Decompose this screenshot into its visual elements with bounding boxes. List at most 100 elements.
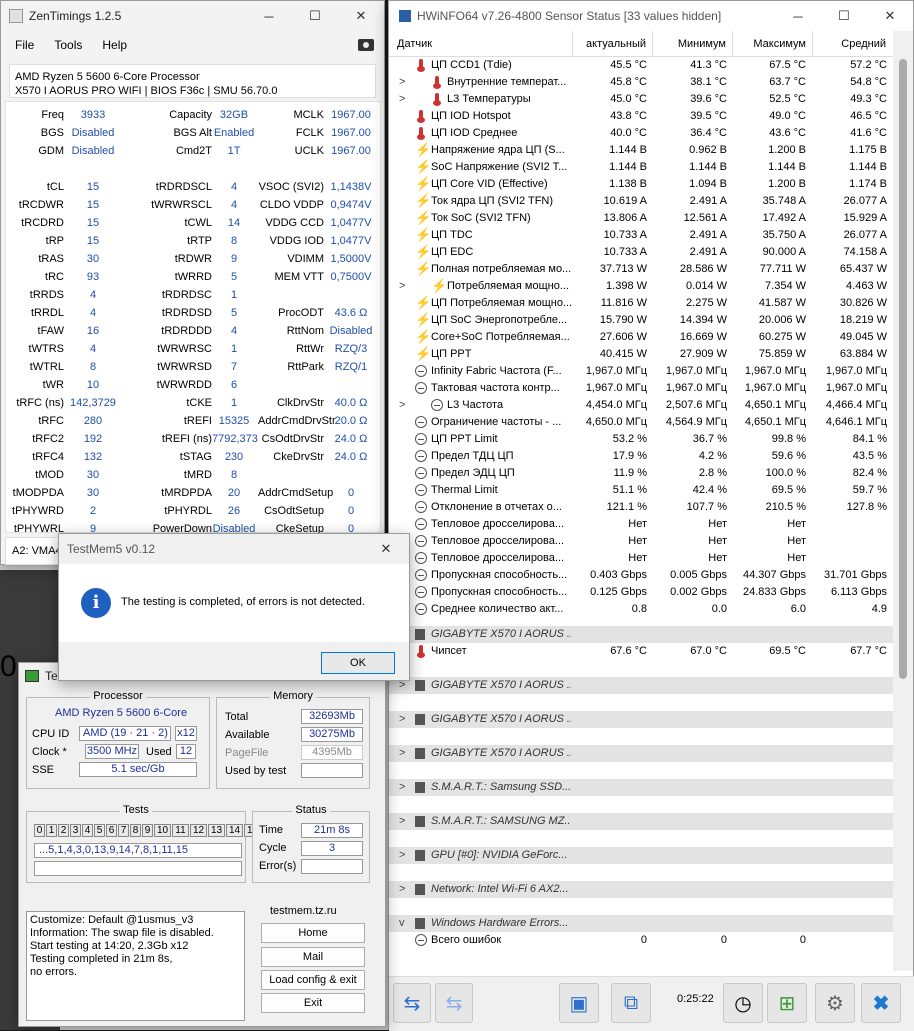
sensor-row[interactable]: ЦП IOD Среднее 40.0 °C 36.4 °C 43.6 °C 41.6 … bbox=[389, 125, 895, 142]
sensor-row[interactable]: ЦП CCD1 (Tdie) 45.5 °C 41.3 °C 67.5 °C 57.2 … bbox=[389, 57, 895, 74]
sensor-row[interactable]: ЦП PPT Limit 53.2 % 36.7 % 99.8 % 84.1 % bbox=[389, 431, 895, 448]
close-button[interactable]: ✕ bbox=[338, 8, 384, 24]
status-label: Status bbox=[292, 804, 330, 816]
sensor-row[interactable]: ⚡ ЦП SoC Энергопотребле... 15.790 W 14.394 … bbox=[389, 312, 895, 329]
header-avg[interactable]: Средний bbox=[813, 31, 895, 56]
expand-icon[interactable]: > bbox=[399, 881, 405, 898]
mail-button[interactable]: Mail bbox=[261, 947, 365, 967]
expand-icon[interactable]: > bbox=[399, 397, 405, 414]
sensor-group-header[interactable]: > GIGABYTE X570 I AORUS ... bbox=[389, 711, 895, 728]
timing-value: 1 bbox=[230, 289, 238, 301]
minimize-button[interactable]: ─ bbox=[775, 9, 821, 24]
header-current[interactable]: актуальный bbox=[573, 31, 653, 56]
sensor-row[interactable]: ⚡ Ток ядра ЦП (SVI2 TFN) 10.619 A 2.491 A 35… bbox=[389, 193, 895, 210]
expand-icon[interactable]: > bbox=[399, 813, 405, 830]
sensor-row[interactable]: ЦП IOD Hotspot 43.8 °C 39.5 °C 49.0 °C 46.5 … bbox=[389, 108, 895, 125]
sensor-group-header[interactable]: > GPU [#0]: NVIDIA GeForc... bbox=[389, 847, 895, 864]
sensor-row[interactable]: Пропускная способность... 0.125 Gbps 0.002… bbox=[389, 584, 895, 601]
sensor-row[interactable]: ⚡ ЦП Потребляемая мощно... 11.816 W 2.275 W… bbox=[389, 295, 895, 312]
sensor-group-header[interactable]: v Windows Hardware Errors... bbox=[389, 915, 895, 932]
collapse-icon[interactable]: v bbox=[399, 915, 405, 932]
close-x-icon[interactable]: ✖ bbox=[861, 983, 901, 1023]
expand-icon[interactable]: > bbox=[399, 711, 405, 728]
expand-icon[interactable]: > bbox=[399, 779, 405, 796]
sensor-row[interactable]: Предел ТДЦ ЦП 17.9 % 4.2 % 59.6 % 43.5 % bbox=[389, 448, 895, 465]
timing-label: tCKE bbox=[186, 397, 212, 409]
sensor-row[interactable]: ⚡ ЦП Core VID (Effective) 1.138 В 1.094 В 1.… bbox=[389, 176, 895, 193]
sensor-row[interactable]: > Внутренние температ... 45.8 °C 38.1 °C 63.… bbox=[389, 74, 895, 91]
close-button[interactable]: ✕ bbox=[867, 8, 913, 24]
sensor-row[interactable]: > L3 Температуры 45.0 °C 39.6 °C 52.5 °C 49.3… bbox=[389, 91, 895, 108]
sensor-group-header[interactable]: GIGABYTE X570 I AORUS ... bbox=[389, 626, 895, 643]
clock-icon[interactable]: ◷ bbox=[723, 983, 763, 1023]
sensor-row[interactable]: Пропускная способность... 0.403 Gbps 0.005… bbox=[389, 567, 895, 584]
expand-icon[interactable]: > bbox=[399, 278, 405, 295]
sensor-row[interactable]: ⚡ SoC Напряжение (SVI2 T... 1.144 В 1.144 В… bbox=[389, 159, 895, 176]
add-layout-icon[interactable]: ⊞ bbox=[767, 983, 807, 1023]
sensor-row[interactable]: ⚡ Полная потребляемая мо... 37.713 W 28.586… bbox=[389, 261, 895, 278]
sensor-row[interactable]: ⚡ Core+SoC Потребляемая... 27.606 W 16.669 … bbox=[389, 329, 895, 346]
scrollbar-thumb[interactable] bbox=[899, 59, 907, 679]
menu-file[interactable]: File bbox=[15, 38, 34, 52]
sensor-group-header[interactable]: > GIGABYTE X570 I AORUS ... bbox=[389, 745, 895, 762]
sensor-row[interactable]: Всего ошибок 0 0 0 bbox=[389, 932, 895, 949]
sensor-row[interactable]: Ограничение частоты - ... 4,650.0 МГц 4,56… bbox=[389, 414, 895, 431]
site-label[interactable]: testmem.tz.ru bbox=[270, 905, 337, 917]
header-max[interactable]: Максимум bbox=[733, 31, 813, 56]
ok-button[interactable]: OK bbox=[321, 652, 395, 674]
sensor-row[interactable]: Предел ЭДЦ ЦП 11.9 % 2.8 % 100.0 % 82.4 % bbox=[389, 465, 895, 482]
sensor-group-header[interactable]: > Network: Intel Wi-Fi 6 AX2... bbox=[389, 881, 895, 898]
sensor-row[interactable]: Infinity Fabric Частота (F... 1,967.0 МГц… bbox=[389, 363, 895, 380]
header-min[interactable]: Минимум bbox=[653, 31, 733, 56]
menu-help[interactable]: Help bbox=[102, 38, 127, 52]
report-icon[interactable]: ▣ bbox=[559, 983, 599, 1023]
expand-icon[interactable]: > bbox=[399, 74, 405, 91]
timing-label bbox=[258, 160, 324, 178]
dialog-close-button[interactable]: ✕ bbox=[363, 541, 409, 557]
sensor-row[interactable]: Тепловое дросселирова... Нет Нет Нет bbox=[389, 533, 895, 550]
sensor-group-header[interactable]: > GIGABYTE X570 I AORUS ... bbox=[389, 677, 895, 694]
value-avg: 18.219 W bbox=[839, 314, 887, 326]
sensor-row[interactable]: Среднее количество акт... 0.8 0.0 6.0 4.9 bbox=[389, 601, 895, 618]
load-config-exit-button[interactable]: Load config & exit bbox=[261, 970, 365, 990]
sensor-row[interactable]: ⚡ ЦП EDC 10.733 A 2.491 A 90.000 A 74.158 A bbox=[389, 244, 895, 261]
value-max: 52.5 °C bbox=[769, 93, 806, 105]
sensor-row[interactable]: ⚡ Напряжение ядра ЦП (S... 1.144 В 0.962 В 1… bbox=[389, 142, 895, 159]
sensor-row[interactable]: Тепловое дросселирова... Нет Нет Нет bbox=[389, 550, 895, 567]
sensor-row[interactable]: Тактовая частота контр... 1,967.0 МГц 1,96… bbox=[389, 380, 895, 397]
sensor-row[interactable]: Чипсет 67.6 °C 67.0 °C 69.5 °C 67.7 °C bbox=[389, 643, 895, 660]
nav-arrows-icon[interactable]: ⇆ bbox=[393, 983, 431, 1023]
sensor-group-header[interactable]: > S.M.A.R.T.: Samsung SSD... bbox=[389, 779, 895, 796]
test-number: 13 bbox=[208, 824, 225, 837]
screenshot-camera-icon[interactable] bbox=[358, 39, 374, 51]
expand-icon[interactable]: > bbox=[399, 91, 405, 108]
menu-tools[interactable]: Tools bbox=[54, 38, 82, 52]
timer: 0:25:22 bbox=[677, 993, 714, 1005]
exit-button[interactable]: Exit bbox=[261, 993, 365, 1013]
settings-gear-icon[interactable]: ⚙ bbox=[815, 983, 855, 1023]
timing-value: 8 bbox=[230, 235, 238, 247]
sensor-row[interactable]: ⚡ ЦП TDC 10.733 A 2.491 A 35.750 A 26.077 A bbox=[389, 227, 895, 244]
expand-icon[interactable]: > bbox=[399, 847, 405, 864]
sensor-row[interactable]: Отклонение в отчетах о... 121.1 % 107.7 % 2… bbox=[389, 499, 895, 516]
vertical-scrollbar[interactable] bbox=[893, 31, 913, 971]
sensor-row[interactable]: Thermal Limit 51.1 % 42.4 % 69.5 % 59.7 % bbox=[389, 482, 895, 499]
timing-label: GDM bbox=[38, 145, 64, 157]
maximize-button[interactable]: ☐ bbox=[821, 8, 867, 24]
expand-icon[interactable]: > bbox=[399, 745, 405, 762]
sensor-row[interactable]: ⚡ ЦП PPT 40.415 W 27.909 W 75.859 W 63.884 W bbox=[389, 346, 895, 363]
minimize-button[interactable]: ─ bbox=[246, 9, 292, 24]
sensor-row[interactable]: Тепловое дросселирова... Нет Нет Нет bbox=[389, 516, 895, 533]
maximize-button[interactable]: ☐ bbox=[292, 8, 338, 24]
sensor-row[interactable]: ⚡ Ток SoC (SVI2 TFN) 13.806 A 12.561 A 17.49… bbox=[389, 210, 895, 227]
header-sensor[interactable]: Датчик bbox=[389, 31, 573, 56]
log-output[interactable]: Customize: Default @1usmus_v3 Information… bbox=[26, 911, 245, 1021]
home-button[interactable]: Home bbox=[261, 923, 365, 943]
sensor-group-header[interactable]: > S.M.A.R.T.: SAMSUNG MZ... bbox=[389, 813, 895, 830]
sensor-row[interactable]: > L3 Частота 4,454.0 МГц 2,507.6 МГц 4,650.1… bbox=[389, 397, 895, 414]
nav-arrows-alt-icon[interactable]: ⇆ bbox=[435, 983, 473, 1023]
network-icon[interactable]: ⧉ bbox=[611, 983, 651, 1023]
timing-value bbox=[212, 160, 256, 178]
value-max: 1.200 В bbox=[768, 144, 806, 156]
sensor-row[interactable]: > ⚡ Потребляемая мощно... 1.398 W 0.014 W 7.3… bbox=[389, 278, 895, 295]
